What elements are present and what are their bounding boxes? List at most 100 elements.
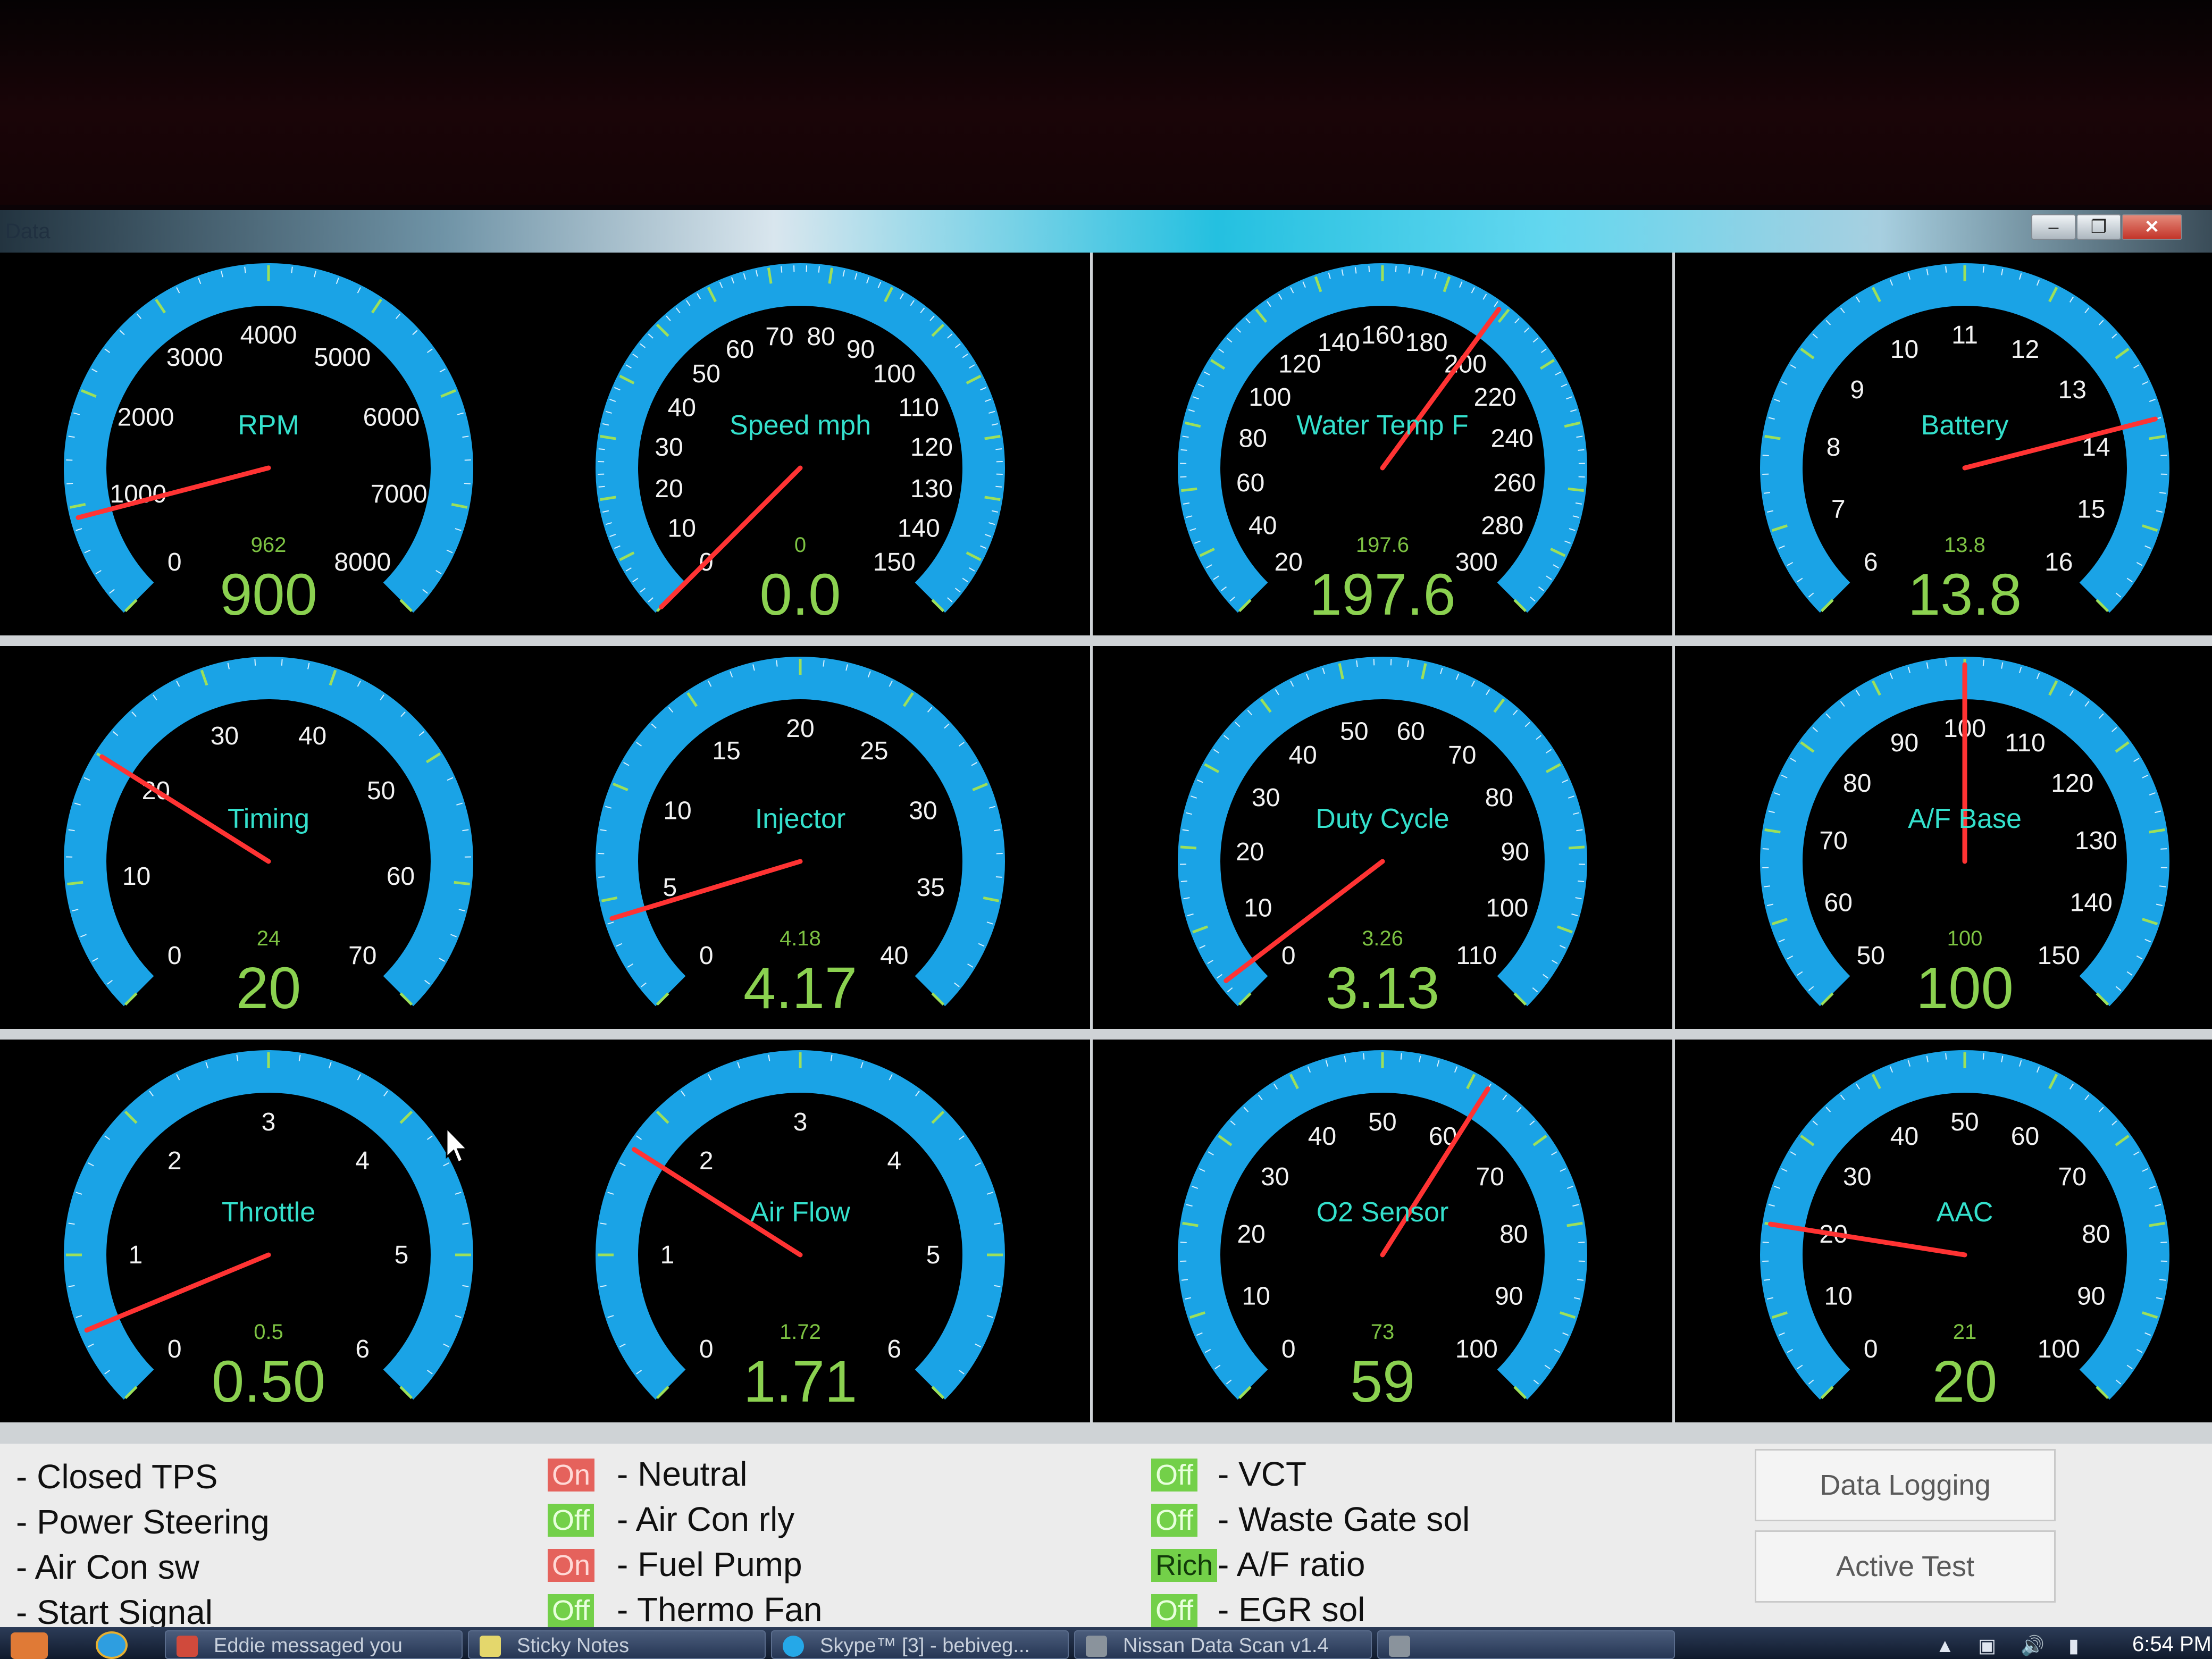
gauge-raw-reading: 0.5: [254, 1320, 283, 1344]
tick-label: 80: [807, 323, 835, 351]
tick-label: 12: [2011, 336, 2039, 364]
gauge-value: 13.8: [1907, 562, 2022, 627]
gauge-raw-reading: 1.72: [780, 1320, 821, 1344]
tick-label: 40: [1890, 1122, 1918, 1151]
gauge-raw-reading: 4.18: [780, 927, 821, 950]
monitor-bezel: [0, 0, 2212, 205]
tick-label: 50: [1950, 1108, 1979, 1136]
minor-tick: [2160, 455, 2167, 456]
tick-label: 60: [726, 336, 754, 364]
minor-tick: [1390, 659, 1392, 666]
gauge-needle: [84, 1252, 271, 1333]
status-badge: Off: [1151, 1504, 1198, 1537]
minor-tick: [1400, 1053, 1402, 1060]
tick-label: 20: [655, 475, 683, 503]
minor-tick: [1578, 1242, 1585, 1243]
gauge-rpm: 0 1000 2000 3000 4000 5000 6000 7000 8000 RPM 962 9…: [0, 253, 558, 635]
tick-label: 20: [786, 715, 814, 743]
tick-label: 4000: [240, 321, 297, 349]
tick-label: 100: [873, 360, 916, 388]
active-test-button[interactable]: Active Test: [1755, 1530, 2056, 1603]
gauge-raw-reading: 0: [794, 533, 807, 557]
tray-network-icon[interactable]: ▣: [1978, 1635, 1996, 1657]
gauge-speed-mph: 0102030405060708090100110120130140150Spe…: [510, 253, 1090, 635]
tick-label: 3: [793, 1108, 808, 1136]
major-tick: [1181, 487, 1197, 492]
gauge-battery: 6 7 8 9 10 11 12 13 14 15 16 Battery 13.8 13.8: [1675, 253, 2212, 635]
gauge-label: Speed mph: [730, 410, 871, 441]
tray-arrow-icon[interactable]: ▲: [1936, 1635, 1955, 1657]
gauge-raw-reading: 73: [1370, 1320, 1395, 1344]
major-tick: [1568, 487, 1584, 492]
minimize-button[interactable]: –: [2031, 214, 2076, 240]
gauge-value: 4.17: [743, 956, 858, 1021]
browser-icon[interactable]: [96, 1631, 128, 1659]
status-badge: Off: [548, 1504, 594, 1537]
gauge-timing: 010203040506070Timing2420: [0, 646, 558, 1029]
tick-label: 2: [167, 1147, 182, 1175]
status-badge: Off: [1151, 1459, 1198, 1492]
tick-label: 4: [887, 1147, 901, 1175]
clock: 6:54 PM: [2132, 1632, 2211, 1656]
data-logging-button[interactable]: Data Logging: [1755, 1449, 2056, 1521]
tick-label: 1: [660, 1241, 675, 1269]
gauge-a-f-base: 5060708090100110120130140150A/F Base1001…: [1675, 646, 2212, 1029]
gauge-value: 3.13: [1325, 956, 1440, 1021]
gauge-value: 197.6: [1309, 562, 1456, 627]
taskbar-item-sticky-notes[interactable]: Sticky Notes: [468, 1630, 766, 1659]
start-button[interactable]: [11, 1632, 48, 1659]
tick-label: 70: [2058, 1163, 2087, 1191]
tick-label: 4: [355, 1147, 370, 1175]
status-badge: Off: [1151, 1594, 1198, 1627]
gauge-value: 100: [1916, 956, 2014, 1021]
tick-label: 140: [2070, 889, 2113, 917]
tick-label: 90: [1501, 838, 1529, 866]
status-air-con-sw: - Air Con sw: [16, 1548, 199, 1586]
gauge-label: O2 Sensor: [1316, 1197, 1449, 1228]
tick-label: 3000: [166, 343, 223, 372]
tick-label: 35: [917, 874, 945, 902]
taskbar-item-messenger[interactable]: Eddie messaged you: [165, 1630, 463, 1659]
major-tick: [67, 881, 83, 886]
tick-label: 2: [699, 1147, 714, 1175]
gauge-raw-reading: 3.26: [1362, 927, 1403, 950]
major-tick: [1568, 845, 1585, 850]
gauge-value: 20: [1932, 1349, 1998, 1414]
status-badge: On: [548, 1549, 595, 1582]
tick-label: 25: [860, 737, 888, 765]
tick-label: 10: [1242, 1282, 1270, 1310]
tick-label: 7: [1831, 495, 1846, 523]
tick-label: 60: [1396, 718, 1425, 746]
tick-label: 60: [1824, 889, 1853, 917]
gauge-raw-reading: 24: [256, 927, 281, 950]
tick-label: 7000: [371, 480, 428, 508]
window-titlebar[interactable]: Data – ❐ ✕: [0, 210, 2212, 253]
car-icon: [1389, 1636, 1410, 1657]
tick-label: 120: [1278, 350, 1321, 379]
volume-icon[interactable]: 🔊: [2021, 1635, 2045, 1657]
status-label: - Fuel Pump: [617, 1545, 802, 1583]
taskbar-item-skype[interactable]: Skype™ [3] - bebiveg...: [771, 1630, 1069, 1659]
gauge-throttle: 0 1 2 3 4 5 6 Throttle 0.5 0.50: [0, 1040, 558, 1422]
tick-label: 5: [926, 1241, 941, 1269]
maximize-button[interactable]: ❐: [2076, 214, 2121, 240]
close-button[interactable]: ✕: [2122, 214, 2182, 240]
tick-label: 220: [1474, 383, 1516, 412]
gauge-label: Timing: [227, 803, 310, 834]
tick-label: 110: [2005, 729, 2046, 757]
tick-label: 180: [1405, 329, 1448, 357]
taskbar-item-app[interactable]: [1377, 1630, 1675, 1659]
signal-icon[interactable]: ▮: [2068, 1635, 2079, 1657]
gauge-value: 20: [236, 956, 301, 1021]
tick-label: 5000: [314, 343, 371, 372]
minor-tick: [781, 266, 783, 273]
tick-label: 20: [1236, 838, 1264, 866]
taskbar-item-data-scan[interactable]: Nissan Data Scan v1.4: [1074, 1630, 1372, 1659]
tick-label: 30: [1843, 1163, 1871, 1191]
tick-label: 80: [1843, 769, 1871, 798]
gauge-raw-reading: 100: [1947, 927, 1983, 950]
minor-tick: [66, 482, 73, 484]
major-tick: [1180, 845, 1197, 850]
status-start-signal: - Start Signal: [16, 1593, 213, 1631]
minor-tick: [823, 660, 825, 667]
